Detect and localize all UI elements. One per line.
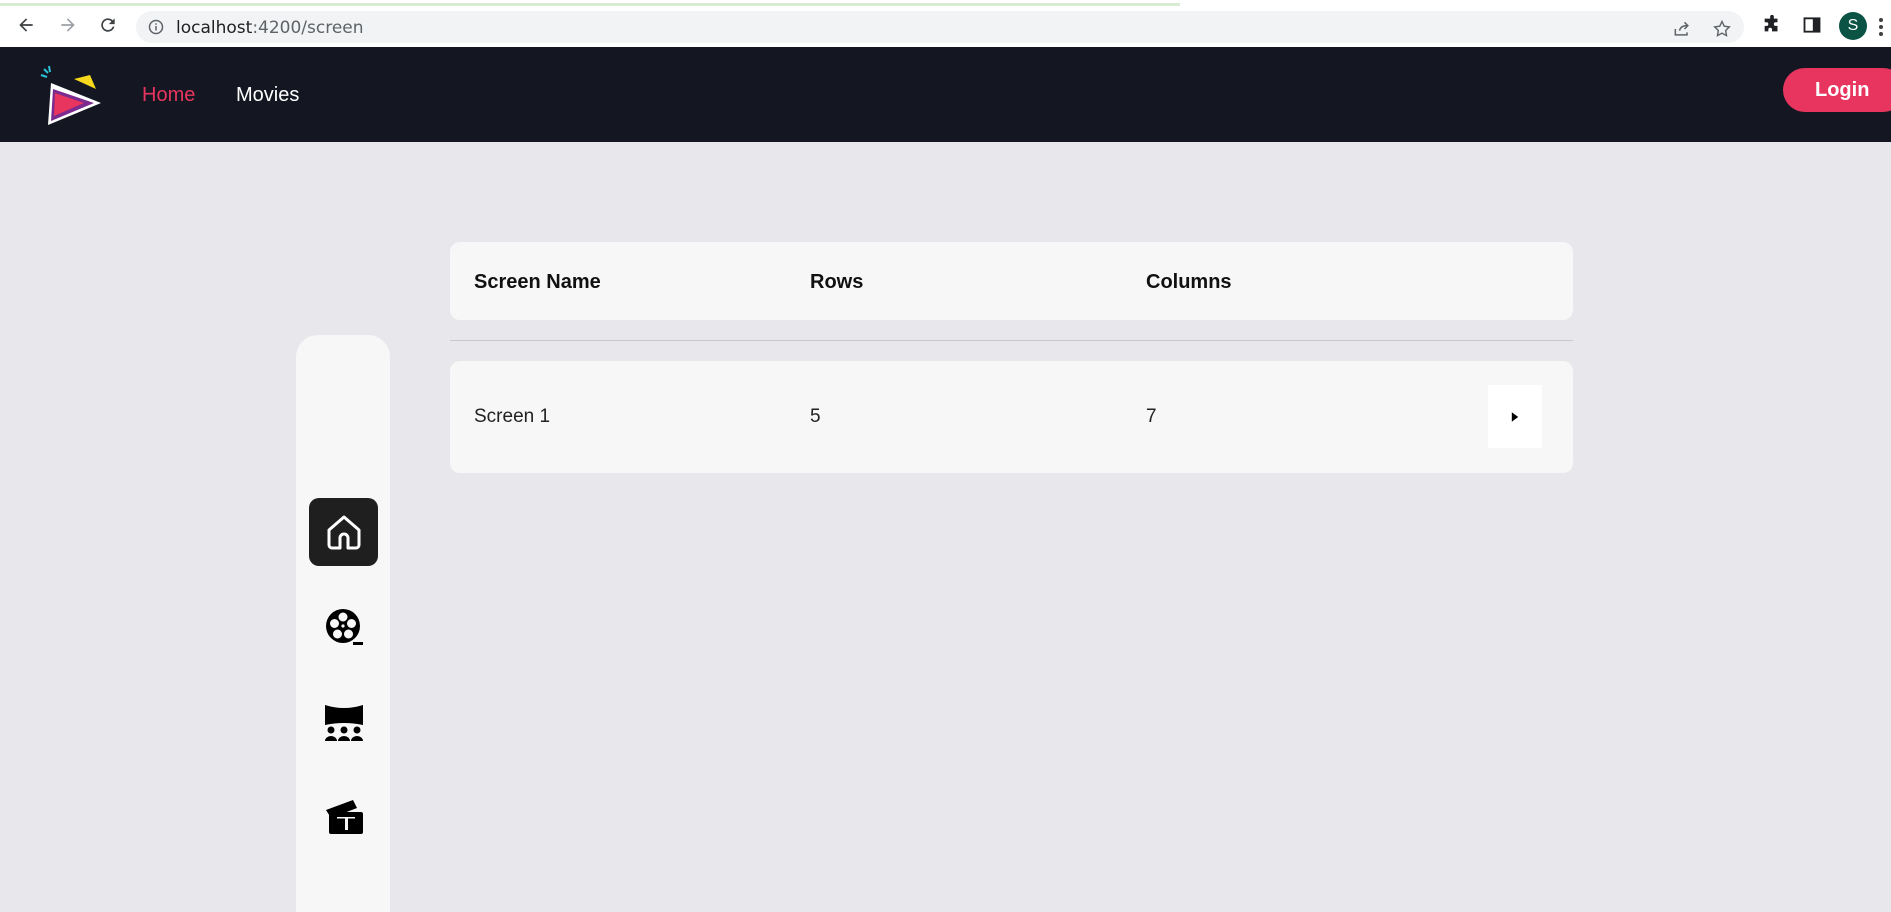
theater-screen-icon (324, 705, 363, 741)
url-host: localhost (176, 18, 253, 38)
app-header: Home Movies Login (0, 47, 1891, 142)
sidebar-item-home[interactable] (309, 498, 378, 566)
arrow-right-icon (61, 18, 75, 32)
nav-home-link[interactable]: Home (142, 84, 195, 107)
sidebar-item-movies[interactable] (309, 593, 378, 661)
arrow-left-icon (19, 18, 33, 32)
address-bar[interactable]: localhost:4200/screen (136, 11, 1744, 43)
forward-button[interactable] (54, 11, 82, 39)
tickets-icon (325, 800, 363, 834)
info-icon[interactable] (148, 19, 164, 35)
share-icon (1674, 21, 1689, 36)
page-load-progress (0, 3, 1180, 6)
profile-avatar[interactable]: S (1839, 12, 1867, 40)
extensions-button[interactable] (1760, 13, 1784, 37)
login-button[interactable]: Login (1783, 68, 1891, 112)
cell-screen-name: Screen 1 (474, 406, 551, 427)
url-path: :4200/screen (252, 18, 364, 38)
nav-movies-link[interactable]: Movies (236, 84, 299, 107)
star-icon (1713, 19, 1731, 37)
back-button[interactable] (12, 11, 40, 39)
cell-rows: 5 (810, 406, 821, 427)
column-header-rows: Rows (810, 271, 864, 293)
reload-button[interactable] (94, 11, 122, 39)
url-text[interactable]: localhost:4200/screen (176, 18, 364, 38)
bookmark-button[interactable] (1710, 17, 1734, 41)
column-header-columns: Columns (1146, 271, 1232, 293)
puzzle-icon (1764, 14, 1778, 32)
share-button[interactable] (1670, 17, 1694, 41)
app-logo[interactable] (38, 63, 106, 129)
profile-initial: S (1847, 17, 1859, 34)
open-screen-button[interactable] (1488, 385, 1542, 448)
film-reel-icon (325, 609, 363, 645)
caret-right-icon (1511, 411, 1519, 422)
sidebar-item-tickets[interactable] (309, 783, 378, 851)
home-icon (327, 515, 360, 550)
table-divider (450, 340, 1573, 341)
reload-icon (101, 18, 115, 32)
sidebar-item-screens[interactable] (309, 688, 378, 756)
sidebar (296, 335, 390, 912)
table-header: Screen Name Rows Columns (450, 242, 1573, 320)
side-panel-icon (1803, 17, 1821, 33)
column-header-screen-name: Screen Name (474, 271, 601, 293)
kebab-menu-icon[interactable] (1878, 17, 1884, 37)
side-panel-button[interactable] (1800, 13, 1824, 37)
cell-columns: 7 (1146, 406, 1157, 427)
browser-toolbar: localhost:4200/screen S (0, 0, 1891, 47)
table-row[interactable]: Screen 1 5 7 (450, 361, 1573, 473)
